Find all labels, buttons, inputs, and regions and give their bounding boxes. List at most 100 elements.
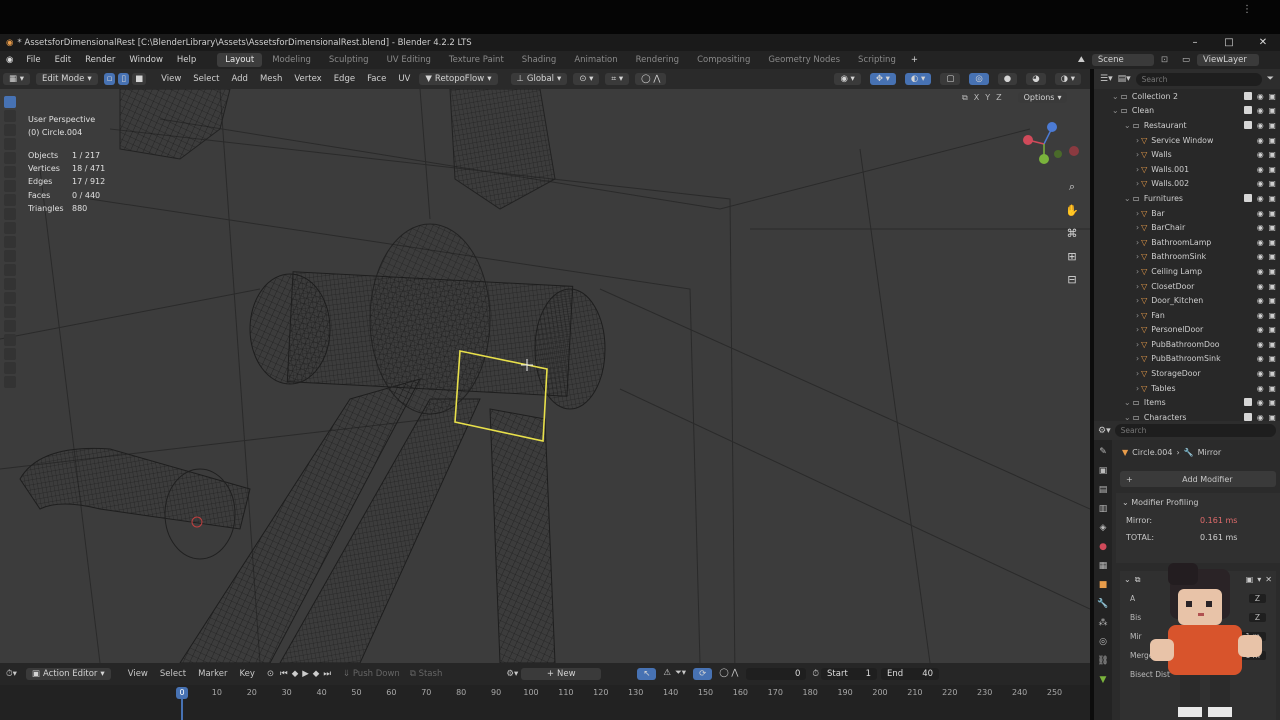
timeline-menu-key[interactable]: Key: [234, 669, 261, 679]
zoom-icon[interactable]: ⌕: [1063, 178, 1081, 196]
eye-icon[interactable]: ◉: [1257, 194, 1264, 203]
shading-material[interactable]: ◕: [1026, 73, 1046, 85]
current-frame-indicator[interactable]: 0: [176, 687, 188, 699]
render-toggle-icon[interactable]: ▣: [1269, 325, 1276, 334]
playhead[interactable]: [181, 699, 183, 720]
eye-icon[interactable]: ◉: [1257, 150, 1264, 159]
outliner-search-input[interactable]: Search: [1135, 72, 1262, 86]
filter-icon[interactable]: ⏷: [1267, 74, 1274, 84]
warning-icon[interactable]: ⚠: [663, 668, 671, 680]
expand-arrow-icon[interactable]: ›: [1136, 354, 1139, 363]
render-toggle-icon[interactable]: ▣: [1269, 384, 1276, 393]
action-editor-selector[interactable]: ▣ Action Editor ▾: [25, 668, 111, 680]
timeline-editor-icon[interactable]: ⏱▾: [0, 669, 23, 679]
close-button[interactable]: ✕: [1246, 37, 1280, 48]
render-toggle-icon[interactable]: ▣: [1269, 165, 1276, 174]
expand-arrow-icon[interactable]: ›: [1136, 209, 1139, 218]
viewport-menu-mesh[interactable]: Mesh: [254, 74, 288, 84]
add-workspace-button[interactable]: +: [904, 55, 925, 65]
tab-texture-paint[interactable]: Texture Paint: [441, 53, 512, 67]
menu-window[interactable]: Window: [122, 55, 170, 65]
eye-icon[interactable]: ◉: [1257, 252, 1264, 261]
minimize-button[interactable]: –: [1178, 37, 1212, 48]
expand-arrow-icon[interactable]: ⌄: [1124, 194, 1131, 203]
particles-tab-icon[interactable]: ⁂: [1097, 618, 1109, 630]
shear-tool[interactable]: [4, 362, 16, 374]
timeline-menu-marker[interactable]: Marker: [192, 669, 233, 679]
render-toggle-icon[interactable]: ▣: [1269, 311, 1276, 320]
include-checkbox[interactable]: [1243, 412, 1252, 421]
render-toggle-icon[interactable]: ▣: [1269, 238, 1276, 247]
render-toggle-icon[interactable]: ▣: [1269, 106, 1276, 115]
eye-icon[interactable]: ◉: [1257, 92, 1264, 101]
loop-cut-tool[interactable]: [4, 264, 16, 276]
expand-arrow-icon[interactable]: ⌄: [1124, 398, 1131, 407]
shading-rendered[interactable]: ◑ ▾: [1054, 73, 1081, 85]
axis-z-toggle[interactable]: Z: [996, 93, 1001, 102]
render-toggle-icon[interactable]: ▣: [1269, 369, 1276, 378]
filter-funnel-icon[interactable]: ⏷▾: [675, 668, 686, 680]
expand-arrow-icon[interactable]: ⌄: [1112, 92, 1119, 101]
include-checkbox[interactable]: [1243, 193, 1252, 202]
retopoflow-button[interactable]: ▼ RetopoFlow ▾: [419, 73, 498, 85]
expand-arrow-icon[interactable]: ›: [1136, 223, 1139, 232]
proportional-edit-button[interactable]: ◯ ⋀: [635, 73, 667, 85]
outliner-item[interactable]: › ▽ ClosetDoor ◉ ▣: [1094, 279, 1280, 294]
modifier-tab-icon[interactable]: 🔧: [1097, 599, 1109, 611]
viewport-menu-uv[interactable]: UV: [392, 74, 416, 84]
render-toggle-icon[interactable]: ▣: [1269, 340, 1276, 349]
play-icon[interactable]: ▶: [302, 669, 309, 679]
tab-shading[interactable]: Shading: [514, 53, 565, 67]
render-toggle-icon[interactable]: ▣: [1269, 413, 1276, 421]
scene-icon[interactable]: ⛰: [1078, 55, 1085, 65]
snap-button[interactable]: ⌗ ▾: [605, 73, 630, 85]
tab-scripting[interactable]: Scripting: [850, 53, 904, 67]
constraints-tab-icon[interactable]: ⛓: [1097, 656, 1109, 668]
tab-geometry-nodes[interactable]: Geometry Nodes: [760, 53, 848, 67]
output-tab-icon[interactable]: ▤: [1097, 485, 1109, 497]
axis-y-toggle[interactable]: Y: [985, 93, 990, 102]
eye-icon[interactable]: ◉: [1257, 238, 1264, 247]
include-checkbox[interactable]: [1243, 106, 1252, 115]
shading-wireframe[interactable]: ◎: [969, 73, 989, 85]
overlay-button[interactable]: ◐ ▾: [904, 73, 932, 85]
extrude-tool[interactable]: [4, 222, 16, 234]
pivot-point-button[interactable]: ⊙ ▾: [573, 73, 600, 85]
expand-arrow-icon[interactable]: ⌄: [1124, 413, 1131, 421]
gizmo-button[interactable]: ✥ ▾: [869, 73, 896, 85]
expand-arrow-icon[interactable]: ›: [1136, 325, 1139, 334]
render-toggle-icon[interactable]: ▣: [1269, 223, 1276, 232]
timeline-menu-select[interactable]: Select: [154, 669, 192, 679]
viewport-menu-add[interactable]: Add: [226, 74, 254, 84]
xray-button[interactable]: ▢: [940, 73, 961, 85]
tab-uv-editing[interactable]: UV Editing: [379, 53, 439, 67]
options-button[interactable]: Options ▾: [1017, 92, 1068, 103]
eye-icon[interactable]: ◉: [1257, 179, 1264, 188]
eye-icon[interactable]: ◉: [1257, 398, 1264, 407]
edge-slide-tool[interactable]: [4, 334, 16, 346]
move-tool[interactable]: [4, 124, 16, 136]
overflow-menu-icon[interactable]: ⋮: [1242, 4, 1252, 15]
expand-arrow-icon[interactable]: ›: [1136, 238, 1139, 247]
viewlayer-icon[interactable]: ▭: [1182, 55, 1190, 65]
profiling-header[interactable]: ⌄ Modifier Profiling: [1116, 493, 1280, 512]
end-frame-field[interactable]: End 40: [881, 668, 940, 680]
view-layer-tab-icon[interactable]: ▥: [1097, 504, 1109, 516]
bevel-tool[interactable]: [4, 250, 16, 262]
viewlayer-selector[interactable]: ViewLayer: [1197, 54, 1259, 66]
include-checkbox[interactable]: [1243, 398, 1252, 407]
action-browse-icon[interactable]: ⚙▾: [506, 669, 518, 679]
outliner-item[interactable]: ⌄ ▭ Characters ◉ ▣: [1094, 410, 1280, 421]
outliner-item[interactable]: ⌄ ▭ Items ◉ ▣: [1094, 395, 1280, 410]
editor-type-button[interactable]: ▦ ▾: [3, 73, 30, 85]
pan-hand-icon[interactable]: ✋: [1063, 201, 1081, 219]
push-down-button[interactable]: ⇓ Push Down: [343, 669, 400, 679]
mode-selector[interactable]: Edit Mode ▾: [36, 73, 98, 85]
eye-icon[interactable]: ◉: [1257, 413, 1264, 421]
eye-icon[interactable]: ◉: [1257, 136, 1264, 145]
blender-menu-icon[interactable]: ◉: [0, 55, 19, 65]
physics-tab-icon[interactable]: ◎: [1097, 637, 1109, 649]
viewport-menu-select[interactable]: Select: [187, 74, 225, 84]
render-toggle-icon[interactable]: ▣: [1269, 121, 1276, 130]
add-cube-tool[interactable]: [4, 208, 16, 220]
